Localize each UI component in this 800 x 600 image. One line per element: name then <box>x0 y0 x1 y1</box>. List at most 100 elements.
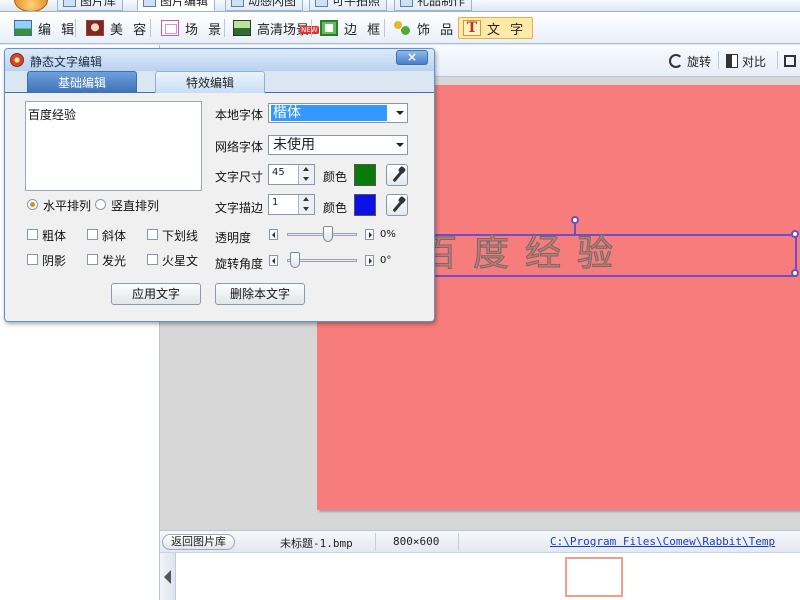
decoration-tool-label: 饰 品 <box>417 22 457 38</box>
frame-icon <box>320 20 338 36</box>
scene-tool-label: 场 景 <box>185 22 225 38</box>
opacity-decrease-button[interactable] <box>269 229 278 240</box>
hd-scene-icon <box>233 20 251 36</box>
dialog-app-icon <box>10 53 24 67</box>
image-dimensions: 800×600 <box>393 535 440 548</box>
beauty-tool-button[interactable]: 美 容 <box>82 17 155 39</box>
delete-text-button[interactable]: 删除本文字 <box>215 283 305 305</box>
text-size-label: 文字尺寸 <box>215 170 264 184</box>
apply-text-button[interactable]: 应用文字 <box>111 283 201 305</box>
scene-tool-button[interactable]: 场 景 <box>157 17 230 39</box>
bold-checkbox[interactable] <box>27 229 38 240</box>
fit-view-button[interactable] <box>784 53 796 69</box>
camera-icon <box>315 0 328 7</box>
web-font-select[interactable]: 未使用 <box>268 135 408 155</box>
thumbnail-strip <box>160 552 800 600</box>
text-content-input[interactable] <box>25 101 202 191</box>
compare-button[interactable]: 对比 <box>726 53 766 69</box>
tab-basic-edit[interactable]: 基础编辑 <box>27 71 137 93</box>
decoration-icon <box>393 20 411 36</box>
toolbar-divider <box>311 19 312 37</box>
status-bar: 返回图片库 未标题-1.bmp 800×600 C:\Program Files… <box>160 530 800 552</box>
compare-label: 对比 <box>742 54 767 69</box>
tab-animated-gif[interactable]: 动感闪图 <box>225 0 304 11</box>
shadow-checkbox[interactable] <box>27 254 38 265</box>
gift-icon <box>400 0 413 7</box>
tab-photo-edit[interactable]: 图片编辑 <box>137 0 216 11</box>
toolbar-divider <box>75 19 76 37</box>
rotation-value: 0° <box>380 255 392 266</box>
text-size-stepper[interactable]: 45 <box>268 164 315 185</box>
status-divider <box>375 533 376 551</box>
rotation-label: 旋转角度 <box>215 257 264 271</box>
tab-camera[interactable]: 可牛拍照 <box>309 0 388 11</box>
opacity-increase-button[interactable] <box>365 229 374 240</box>
animated-gif-icon <box>231 0 244 7</box>
text-stroke-label: 文字描边 <box>215 201 264 215</box>
sparkle-text-label: 火星文 <box>162 254 199 268</box>
edit-tool-label: 编 辑 <box>38 22 78 38</box>
tab-label: 可牛拍照 <box>332 0 381 8</box>
tab-effect-edit[interactable]: 特效编辑 <box>155 71 265 93</box>
web-font-value: 未使用 <box>273 137 315 153</box>
rotation-handle[interactable] <box>571 216 579 224</box>
temp-path-link[interactable]: C:\Program Files\Comew\Rabbit\Temp <box>550 535 775 548</box>
text-tool-button[interactable]: T 文 字 <box>458 17 534 39</box>
vertical-layout-radio[interactable] <box>95 199 106 210</box>
back-to-library-button[interactable]: 返回图片库 <box>162 534 235 550</box>
scene-icon <box>161 20 179 36</box>
canvas-text: 百度经验 <box>420 233 630 275</box>
rotate-label: 旋转 <box>687 54 712 69</box>
stroke-color-swatch[interactable] <box>354 194 376 216</box>
tab-photo-library[interactable]: 图片库 <box>57 0 124 11</box>
static-text-edit-dialog: 静态文字编辑 × 基础编辑 特效编辑 水平排列 竖直排列 粗体 斜体 下划线 阴… <box>4 48 435 322</box>
glow-checkbox[interactable] <box>87 254 98 265</box>
rotate-button[interactable]: 旋转 <box>669 53 711 69</box>
glow-label: 发光 <box>102 254 127 268</box>
opacity-value: 0% <box>380 229 396 240</box>
local-font-value: 楷体 <box>271 105 387 121</box>
opacity-slider-thumb[interactable] <box>323 226 333 242</box>
rotation-increase-button[interactable] <box>365 255 374 266</box>
fit-view-icon <box>784 55 796 67</box>
image-thumbnail[interactable] <box>565 557 623 597</box>
decoration-tool-button[interactable]: 饰 品 <box>389 17 462 39</box>
app-logo-icon[interactable] <box>14 0 48 11</box>
text-tool-label: 文 字 <box>487 22 527 38</box>
italic-label: 斜体 <box>102 229 127 243</box>
text-eyedropper-icon[interactable] <box>386 164 408 186</box>
italic-checkbox[interactable] <box>87 229 98 240</box>
text-stroke-stepper[interactable]: 1 <box>268 194 315 215</box>
tab-gift-making[interactable]: 礼品制作 <box>394 0 473 11</box>
web-font-label: 网络字体 <box>215 140 264 154</box>
rotation-decrease-button[interactable] <box>269 255 278 266</box>
resize-handle-bottom-right[interactable] <box>791 269 799 277</box>
frame-tool-button[interactable]: 边 框 <box>316 17 389 39</box>
horizontal-layout-radio[interactable] <box>27 199 38 210</box>
dialog-title-bar[interactable]: 静态文字编辑 × <box>5 49 434 71</box>
status-divider <box>458 533 459 551</box>
stepper-arrows-icon[interactable] <box>298 195 314 214</box>
scroll-left-button[interactable] <box>160 553 176 600</box>
beauty-tool-label: 美 容 <box>110 22 150 38</box>
photo-library-icon <box>63 0 76 7</box>
edit-icon <box>14 20 32 36</box>
rotate-icon <box>669 54 683 68</box>
horizontal-layout-label: 水平排列 <box>43 199 92 213</box>
underline-checkbox[interactable] <box>147 229 158 240</box>
edit-tool-button[interactable]: 编 辑 <box>10 17 83 39</box>
text-color-swatch[interactable] <box>354 164 376 186</box>
file-name: 未标题-1.bmp <box>280 537 353 550</box>
opacity-slider-track[interactable] <box>287 233 357 236</box>
stepper-arrows-icon[interactable] <box>298 165 314 184</box>
local-font-select[interactable]: 楷体 <box>268 103 408 123</box>
chevron-down-icon <box>396 111 404 115</box>
text-object-selection[interactable]: 百度经验 <box>420 230 799 277</box>
dialog-close-button[interactable]: × <box>396 50 428 65</box>
sparkle-text-checkbox[interactable] <box>147 254 158 265</box>
toolbar-divider <box>224 19 225 37</box>
rotation-slider-thumb[interactable] <box>290 252 300 268</box>
text-size-value: 45 <box>272 167 285 178</box>
resize-handle-top-right[interactable] <box>791 230 799 238</box>
stroke-eyedropper-icon[interactable] <box>386 194 408 216</box>
